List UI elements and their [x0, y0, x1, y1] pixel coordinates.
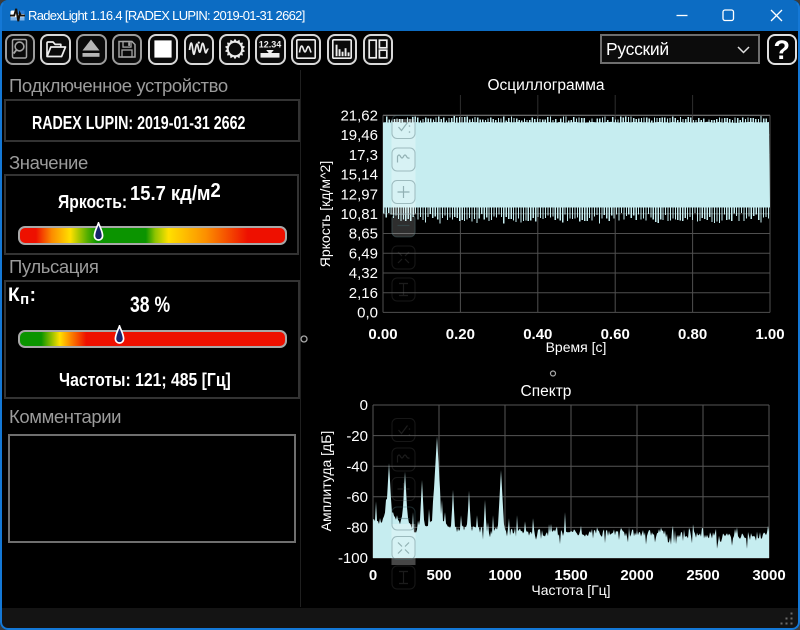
svg-text:Время [с]: Время [с]: [546, 339, 607, 355]
svg-text:0: 0: [360, 397, 368, 414]
svg-text:Осциллограмма: Осциллограмма: [487, 77, 604, 94]
svg-text:-60: -60: [346, 489, 368, 506]
svg-text:0,0: 0,0: [357, 305, 378, 322]
svg-text:-100: -100: [338, 550, 368, 567]
svg-text:1.00: 1.00: [755, 326, 784, 343]
svg-text:21,62: 21,62: [340, 107, 378, 124]
svg-text:Амплитуда [дБ]: Амплитуда [дБ]: [318, 431, 334, 532]
svg-text:15,14: 15,14: [340, 167, 378, 184]
svg-text:6,49: 6,49: [349, 245, 378, 262]
svg-text:19,46: 19,46: [340, 127, 378, 144]
svg-text:8,65: 8,65: [349, 226, 378, 243]
svg-text:4,32: 4,32: [349, 265, 378, 282]
svg-text:2000: 2000: [620, 567, 653, 584]
svg-text:17,3: 17,3: [349, 147, 378, 164]
svg-text:-80: -80: [346, 520, 368, 537]
svg-text:0.00: 0.00: [368, 326, 397, 343]
svg-text:-20: -20: [346, 428, 368, 445]
svg-text:12.34: 12.34: [259, 40, 282, 50]
svg-text:Яркость [кд/м^2]: Яркость [кд/м^2]: [317, 161, 333, 268]
svg-text:0: 0: [369, 567, 377, 584]
svg-text:10,81: 10,81: [340, 206, 378, 223]
svg-text:1000: 1000: [488, 567, 521, 584]
svg-text:500: 500: [426, 567, 451, 584]
svg-text:Частота [Гц]: Частота [Гц]: [531, 582, 610, 598]
svg-text:12,97: 12,97: [340, 186, 378, 203]
svg-text:3000: 3000: [752, 567, 785, 584]
svg-text:Спектр: Спектр: [521, 383, 572, 400]
svg-text:0.80: 0.80: [678, 326, 707, 343]
svg-text:-40: -40: [346, 458, 368, 475]
svg-text:2500: 2500: [686, 567, 719, 584]
svg-text:2,16: 2,16: [349, 285, 378, 302]
svg-text:0.20: 0.20: [446, 326, 475, 343]
